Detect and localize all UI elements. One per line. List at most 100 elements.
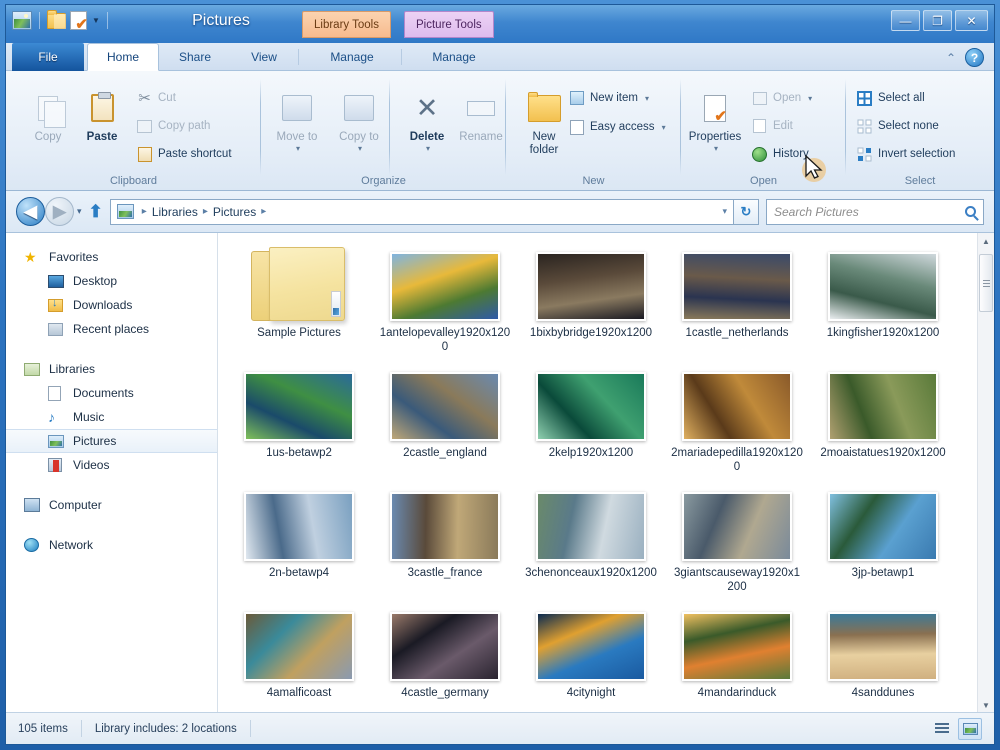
search-icon[interactable]: [965, 206, 976, 217]
chevron-down-icon[interactable]: ▾: [296, 144, 300, 153]
scroll-up-icon[interactable]: ▲: [978, 233, 994, 250]
breadcrumb-item-libraries[interactable]: Libraries: [152, 205, 198, 219]
sidebar-section-favorites[interactable]: ★ Favorites: [6, 245, 217, 269]
file-tile[interactable]: 1antelopevalley1920x1200: [372, 243, 518, 363]
cut-button[interactable]: ✂ Cut: [136, 88, 176, 108]
up-button[interactable]: ⬆: [89, 202, 103, 222]
details-view-button[interactable]: [930, 718, 954, 740]
file-tile[interactable]: 4amalficoast: [226, 603, 372, 714]
file-tile[interactable]: 2n-betawp4: [226, 483, 372, 603]
file-tile[interactable]: 4sanddunes: [810, 603, 956, 714]
sidebar-item-videos[interactable]: Videos: [6, 453, 217, 477]
chevron-down-icon[interactable]: ▾: [645, 94, 649, 103]
paste-shortcut-button[interactable]: Paste shortcut: [136, 144, 232, 164]
sidebar-item-music[interactable]: ♪ Music: [6, 405, 217, 429]
invert-selection-button[interactable]: Invert selection: [856, 144, 955, 164]
thumbnail-wrapper: [244, 483, 354, 561]
sidebar-item-documents[interactable]: Documents: [6, 381, 217, 405]
sidebar-item-pictures[interactable]: Pictures: [6, 429, 217, 453]
file-tile[interactable]: 2moaistatues1920x1200: [810, 363, 956, 483]
thumbnail-wrapper: [244, 603, 354, 681]
file-tile[interactable]: 3giantscauseway1920x1200: [664, 483, 810, 603]
image-thumbnail: [536, 492, 646, 561]
select-none-button[interactable]: Select none: [856, 116, 939, 136]
tab-home[interactable]: Home: [87, 43, 159, 71]
back-button[interactable]: ◀: [16, 197, 45, 226]
tab-share[interactable]: Share: [161, 43, 229, 71]
chevron-down-icon[interactable]: ▾: [808, 94, 812, 103]
copy-button[interactable]: Copy: [22, 85, 74, 144]
file-tile[interactable]: 4castle_germany: [372, 603, 518, 714]
edit-button[interactable]: Edit: [751, 116, 793, 136]
collapse-ribbon-icon[interactable]: ⌃: [946, 51, 956, 65]
file-list-pane[interactable]: Sample Pictures1antelopevalley1920x12001…: [218, 233, 977, 714]
file-tile[interactable]: 3chenonceaux1920x1200: [518, 483, 664, 603]
sidebar-item-downloads[interactable]: Downloads: [6, 293, 217, 317]
file-tile[interactable]: 3jp-betawp1: [810, 483, 956, 603]
scroll-track[interactable]: [978, 250, 994, 697]
refresh-button[interactable]: ↻: [734, 199, 759, 225]
vertical-scrollbar[interactable]: ▲ ▼: [977, 233, 994, 714]
image-thumbnail: [828, 252, 938, 321]
scroll-thumb[interactable]: [979, 254, 993, 312]
search-box[interactable]: [766, 199, 984, 225]
copy-label: Copy: [35, 131, 62, 144]
recent-locations-icon[interactable]: ▾: [77, 206, 82, 217]
tab-manage-picture[interactable]: Manage: [404, 43, 504, 71]
chevron-down-icon[interactable]: ▾: [722, 206, 727, 217]
file-tile[interactable]: 2mariadepedilla1920x1200: [664, 363, 810, 483]
file-tile[interactable]: 2castle_england: [372, 363, 518, 483]
large-icons-view-button[interactable]: [958, 718, 982, 740]
delete-button[interactable]: ✕ Delete ▾: [401, 85, 453, 153]
search-input[interactable]: [774, 205, 965, 219]
rename-button[interactable]: Rename: [455, 85, 507, 144]
close-button[interactable]: ✕: [955, 10, 988, 31]
forward-button[interactable]: ▶: [45, 197, 74, 226]
chevron-down-icon[interactable]: ▾: [714, 144, 718, 153]
chevron-down-icon[interactable]: ▾: [662, 123, 666, 132]
tab-manage-library[interactable]: Manage: [302, 43, 402, 71]
file-tile[interactable]: 1us-betawp2: [226, 363, 372, 483]
new-folder-button[interactable]: New folder: [518, 85, 570, 157]
file-tile[interactable]: 3castle_france: [372, 483, 518, 603]
open-button[interactable]: Open ▾: [751, 88, 812, 108]
help-icon[interactable]: ?: [965, 48, 984, 67]
maximize-button[interactable]: ❐: [923, 10, 952, 31]
sidebar-item-desktop[interactable]: Desktop: [6, 269, 217, 293]
properties-button[interactable]: Properties ▾: [689, 85, 741, 153]
sidebar-item-computer[interactable]: Computer: [6, 493, 217, 517]
file-tile[interactable]: 2kelp1920x1200: [518, 363, 664, 483]
window-inner: ▼ Pictures Library Tools Picture Tools —…: [5, 4, 995, 745]
sidebar-item-network[interactable]: Network: [6, 533, 217, 557]
file-tile[interactable]: 4citynight: [518, 603, 664, 714]
divider: [81, 720, 82, 737]
thumbnail-wrapper: [536, 603, 646, 681]
file-tile[interactable]: 1bixbybridge1920x1200: [518, 243, 664, 363]
breadcrumb-item-pictures[interactable]: Pictures: [213, 205, 256, 219]
file-tile[interactable]: 1kingfisher1920x1200: [810, 243, 956, 363]
breadcrumb[interactable]: ▸ Libraries ▸ Pictures ▸ ▾: [110, 199, 734, 225]
file-tile[interactable]: Sample Pictures: [226, 243, 372, 363]
file-label: 3chenonceaux1920x1200: [525, 566, 657, 580]
tab-view[interactable]: View: [231, 43, 297, 71]
easy-access-button[interactable]: Easy access ▾: [568, 117, 666, 137]
tab-file[interactable]: File: [12, 43, 84, 71]
file-tile[interactable]: 1castle_netherlands: [664, 243, 810, 363]
new-item-button[interactable]: New item ▾: [568, 88, 649, 108]
chevron-down-icon[interactable]: ▾: [426, 144, 430, 153]
thumbnail-wrapper: [828, 363, 938, 441]
paste-button[interactable]: Paste: [76, 85, 128, 144]
ribbon: Copy Paste ✂ Cut Copy path Paste shor: [6, 71, 994, 191]
copy-path-button[interactable]: Copy path: [136, 116, 210, 136]
copy-to-button[interactable]: Copy to ▾: [333, 85, 385, 153]
new-item-label: New item: [590, 92, 638, 104]
contextual-tab-picture-tools[interactable]: Picture Tools: [404, 11, 494, 38]
sidebar-item-recent-places[interactable]: Recent places: [6, 317, 217, 341]
select-all-button[interactable]: Select all: [856, 88, 925, 108]
sidebar-section-libraries[interactable]: Libraries: [6, 357, 217, 381]
move-to-button[interactable]: Move to ▾: [271, 85, 323, 153]
minimize-button[interactable]: —: [891, 10, 920, 31]
file-tile[interactable]: 4mandarinduck: [664, 603, 810, 714]
contextual-tab-library-tools[interactable]: Library Tools: [302, 11, 391, 38]
chevron-down-icon[interactable]: ▾: [358, 144, 362, 153]
